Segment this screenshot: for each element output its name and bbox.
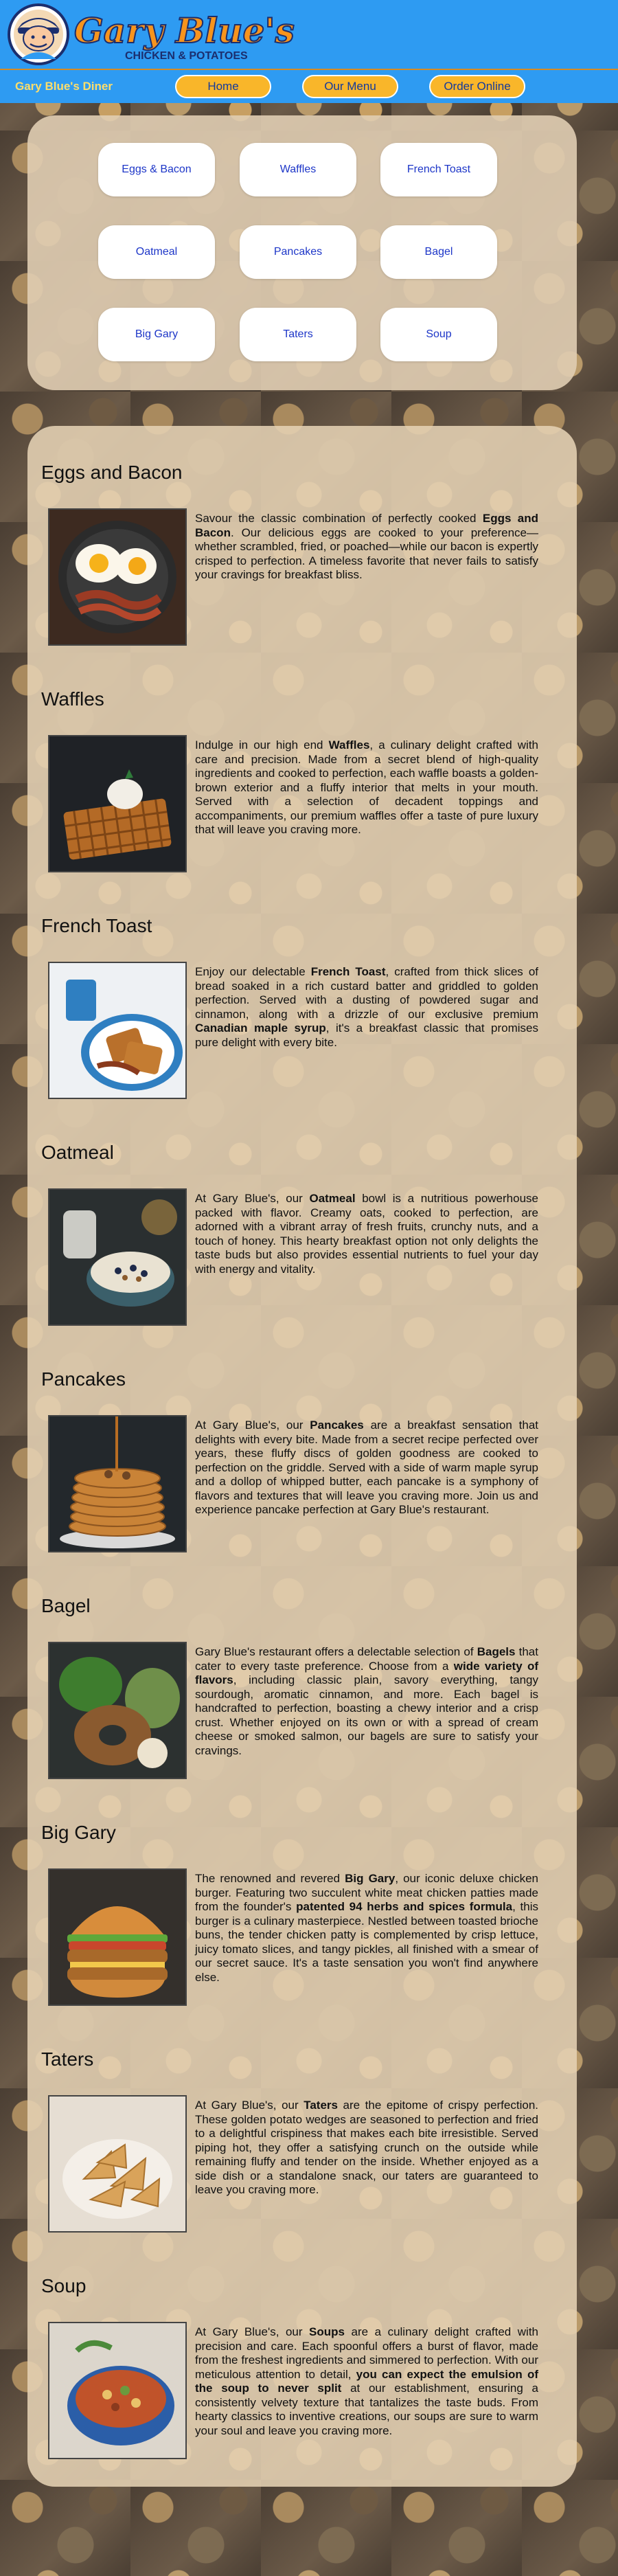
soup-photo	[48, 2322, 187, 2459]
section-title: French Toast	[41, 915, 152, 936]
nav-our-menu-button[interactable]: Our Menu	[302, 75, 398, 98]
section-pancakes: Pancakes At Gary Blue's, our Pancakes ar…	[27, 1333, 577, 1559]
menu-link-big-gary[interactable]: Big Gary	[98, 308, 215, 361]
text-run: The renowned and revered	[195, 1872, 345, 1885]
menu-link-eggs-bacon[interactable]: Eggs & Bacon	[98, 143, 215, 196]
highlighted-text: Big Gary	[345, 1872, 396, 1885]
menu-link-taters[interactable]: Taters	[240, 308, 356, 361]
text-run: , including classic plain, savory everyt…	[195, 1673, 538, 1757]
section-title: Big Gary	[41, 1822, 116, 1843]
section-title: Eggs and Bacon	[41, 462, 183, 483]
section-title: Oatmeal	[41, 1142, 114, 1163]
site-header: Gary Blue's CHICKEN & POTATOES	[0, 0, 618, 69]
text-run: Gary Blue's restaurant offers a delectab…	[195, 1645, 477, 1658]
section-soup: Soup At Gary Blue's, our Soups are a cul…	[27, 2239, 577, 2466]
menu-link-french-toast[interactable]: French Toast	[380, 143, 497, 196]
text-run: At Gary Blue's, our	[195, 1419, 310, 1432]
section-description: Enjoy our delectable French Toast, craft…	[195, 965, 538, 1050]
section-description: At Gary Blue's, our Oatmeal bowl is a nu…	[195, 1192, 538, 1276]
section-description: At Gary Blue's, our Pancakes are a break…	[195, 1419, 538, 1517]
menu-content-panel: Eggs and Bacon Savour the classic combin…	[27, 426, 577, 2487]
menu-button-card: Eggs & Bacon Waffles French Toast Oatmea…	[27, 115, 577, 390]
section-eggs-and-bacon: Eggs and Bacon Savour the classic combin…	[27, 426, 577, 653]
section-title: Pancakes	[41, 1368, 126, 1390]
taters-photo	[48, 2095, 187, 2233]
menu-link-waffles[interactable]: Waffles	[240, 143, 356, 196]
pancakes-photo	[48, 1415, 187, 1552]
menu-link-pancakes[interactable]: Pancakes	[240, 225, 356, 279]
section-taters: Taters At Gary Blue's, our Taters are th…	[27, 2013, 577, 2239]
highlighted-text: patented 94 herbs and spices formula	[296, 1900, 513, 1913]
nav-order-online-button[interactable]: Order Online	[429, 75, 525, 98]
text-run: , a culinary delight crafted with care a…	[195, 738, 538, 836]
logo-subtitle: CHICKEN & POTATOES	[125, 50, 248, 62]
french-toast-photo	[48, 962, 187, 1099]
section-waffles: Waffles Indulge in our high end Waffles,…	[27, 653, 577, 879]
text-run: At Gary Blue's, our	[195, 1192, 310, 1205]
text-run: . Our delicious eggs are cooked to your …	[195, 526, 538, 582]
gary-blues-logo[interactable]: Gary Blue's CHICKEN & POTATOES	[7, 3, 309, 66]
nav-home-button[interactable]: Home	[175, 75, 271, 98]
highlighted-text: Canadian maple syrup	[195, 1021, 326, 1035]
section-title: Soup	[41, 2275, 87, 2296]
menu-link-bagel[interactable]: Bagel	[380, 225, 497, 279]
eggs-and-bacon-photo	[48, 508, 187, 646]
highlighted-text: Bagels	[477, 1645, 516, 1658]
section-description: Indulge in our high end Waffles, a culin…	[195, 738, 538, 837]
section-description: Gary Blue's restaurant offers a delectab…	[195, 1645, 538, 1758]
text-run: Indulge in our high end	[195, 738, 329, 752]
text-run: Enjoy our delectable	[195, 965, 311, 978]
section-title: Waffles	[41, 688, 104, 710]
section-description: At Gary Blue's, our Taters are the epito…	[195, 2099, 538, 2197]
section-title: Bagel	[41, 1595, 91, 1616]
text-run: Savour the classic combination of perfec…	[195, 512, 483, 525]
section-title: Taters	[41, 2048, 94, 2070]
menu-link-oatmeal[interactable]: Oatmeal	[98, 225, 215, 279]
nav-bar: Gary Blue's Diner Home Our Menu Order On…	[0, 69, 618, 103]
section-french-toast: French Toast Enjoy our delectable French…	[27, 879, 577, 1106]
waffles-photo	[48, 735, 187, 872]
section-bagel: Bagel Gary Blue's restaurant offers a de…	[27, 1559, 577, 1786]
big-gary-burger-photo	[48, 1868, 187, 2006]
highlighted-text: Soups	[309, 2325, 345, 2338]
highlighted-text: French Toast	[310, 965, 386, 978]
section-description: Savour the classic combination of perfec…	[195, 512, 538, 583]
logo-title: Gary Blue's	[74, 10, 295, 51]
menu-link-soup[interactable]: Soup	[380, 308, 497, 361]
section-oatmeal: Oatmeal At Gary Blue's, our Oatmeal bowl…	[27, 1106, 577, 1333]
text-run: are a breakfast sensation that delights …	[195, 1419, 538, 1516]
highlighted-text: Taters	[304, 2099, 338, 2112]
oatmeal-photo	[48, 1188, 187, 1326]
text-run: At Gary Blue's, our	[195, 2099, 304, 2112]
bagel-photo	[48, 1642, 187, 1779]
text-run: are the epitome of crispy perfection. Th…	[195, 2099, 538, 2196]
section-description: At Gary Blue's, our Soups are a culinary…	[195, 2325, 538, 2438]
brand-name[interactable]: Gary Blue's Diner	[15, 80, 113, 93]
highlighted-text: Pancakes	[310, 1419, 364, 1432]
section-big-gary: Big Gary The renowned and revered Big Ga…	[27, 1786, 577, 2013]
section-description: The renowned and revered Big Gary, our i…	[195, 1872, 538, 1985]
text-run: At Gary Blue's, our	[195, 2325, 310, 2338]
highlighted-text: Waffles	[328, 738, 370, 752]
highlighted-text: Oatmeal	[309, 1192, 356, 1205]
